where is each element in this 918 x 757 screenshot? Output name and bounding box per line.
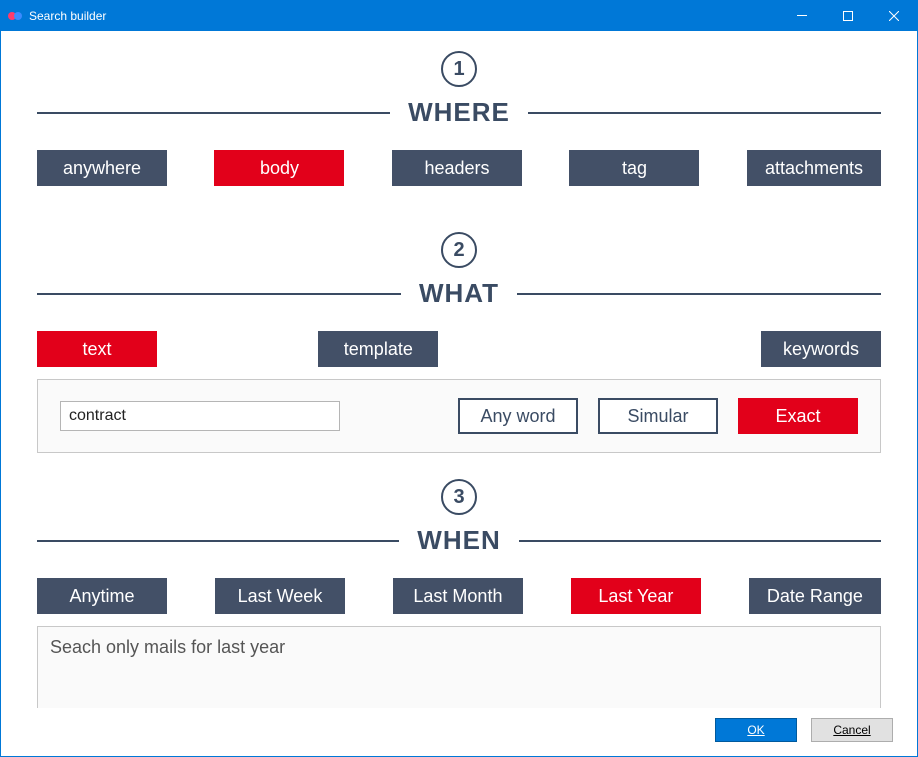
window-title: Search builder — [29, 9, 106, 23]
section-when: 3 WHEN Anytime Last Week Last Month Last… — [37, 479, 881, 708]
when-option-last-year[interactable]: Last Year — [571, 578, 701, 614]
section-what: 2 WHAT text template keywords Any word S… — [37, 232, 881, 453]
step-number-what: 2 — [441, 232, 477, 268]
step-title-what: WHAT — [401, 278, 517, 309]
divider — [37, 293, 401, 295]
what-options-row: text template keywords — [37, 331, 881, 367]
what-detail-panel: Any word Simular Exact — [37, 379, 881, 453]
content-area: 1 WHERE anywhere body headers tag attach… — [1, 31, 917, 708]
match-option-simular[interactable]: Simular — [598, 398, 718, 434]
where-option-headers[interactable]: headers — [392, 150, 522, 186]
what-option-text[interactable]: text — [37, 331, 157, 367]
divider — [37, 112, 390, 114]
where-option-body[interactable]: body — [214, 150, 344, 186]
match-option-exact[interactable]: Exact — [738, 398, 858, 434]
when-description-box: Seach only mails for last year — [37, 626, 881, 708]
ok-button-label: OK — [747, 723, 764, 737]
where-option-anywhere[interactable]: anywhere — [37, 150, 167, 186]
when-options-row: Anytime Last Week Last Month Last Year D… — [37, 578, 881, 614]
divider — [519, 540, 881, 542]
divider — [528, 112, 881, 114]
ok-button[interactable]: OK — [715, 718, 797, 742]
step-number-when: 3 — [441, 479, 477, 515]
titlebar: Search builder — [1, 1, 917, 31]
cancel-button-label: Cancel — [833, 723, 870, 737]
dialog-footer: OK Cancel — [1, 708, 917, 756]
search-text-input[interactable] — [60, 401, 340, 431]
when-option-last-week[interactable]: Last Week — [215, 578, 345, 614]
divider — [517, 293, 881, 295]
match-option-anyword[interactable]: Any word — [458, 398, 578, 434]
cancel-button[interactable]: Cancel — [811, 718, 893, 742]
what-option-template[interactable]: template — [318, 331, 438, 367]
section-where: 1 WHERE anywhere body headers tag attach… — [37, 51, 881, 186]
step-number-where: 1 — [441, 51, 477, 87]
when-option-last-month[interactable]: Last Month — [393, 578, 523, 614]
step-title-when: WHEN — [399, 525, 518, 556]
where-options-row: anywhere body headers tag attachments — [37, 150, 881, 186]
maximize-button[interactable] — [825, 1, 871, 31]
what-option-keywords[interactable]: keywords — [761, 331, 881, 367]
where-option-tag[interactable]: tag — [569, 150, 699, 186]
where-option-attachments[interactable]: attachments — [747, 150, 881, 186]
minimize-button[interactable] — [779, 1, 825, 31]
close-button[interactable] — [871, 1, 917, 31]
when-option-anytime[interactable]: Anytime — [37, 578, 167, 614]
app-icon — [7, 8, 23, 24]
step-title-where: WHERE — [390, 97, 528, 128]
divider — [37, 540, 399, 542]
when-option-date-range[interactable]: Date Range — [749, 578, 881, 614]
